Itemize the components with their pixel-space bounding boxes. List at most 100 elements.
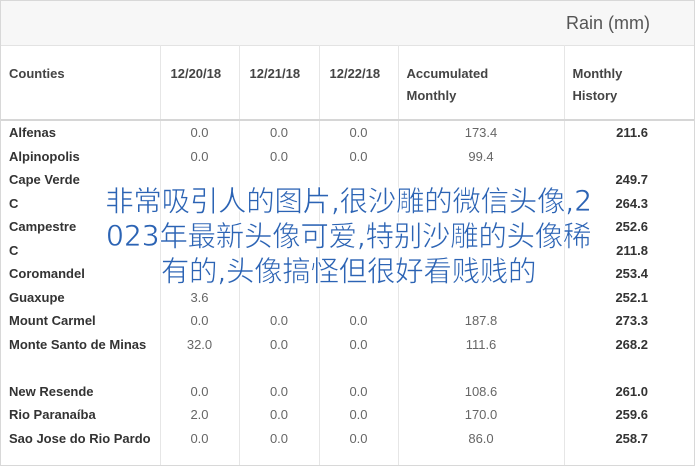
table-row: Coromandel 253.4 bbox=[1, 262, 694, 286]
history-cell: 252.1 bbox=[615, 289, 648, 305]
date-3-cell: 0.0 bbox=[319, 309, 399, 333]
column-header-counties[interactable]: Counties bbox=[1, 45, 161, 121]
history-cell: 259.6 bbox=[615, 407, 648, 422]
county-cell: Mount Carmel bbox=[1, 309, 161, 333]
history-cell: 268.2 bbox=[615, 336, 648, 352]
county-cell: Alfenas bbox=[1, 120, 161, 145]
county-cell: Guaxupe bbox=[1, 285, 161, 309]
accumulated-cell bbox=[398, 215, 565, 239]
date-2-cell: 0.0 bbox=[239, 144, 320, 168]
history-cell: 258.7 bbox=[615, 430, 648, 446]
date-1-cell bbox=[160, 191, 240, 215]
history-cell: 261.0 bbox=[615, 383, 648, 399]
county-cell: C bbox=[1, 191, 161, 215]
table-row: Mount Carmel 0.0 0.0 0.0 187.8 273.3 bbox=[1, 309, 694, 333]
accumulated-cell: 173.4 bbox=[398, 120, 565, 145]
date-3-cell bbox=[319, 285, 399, 309]
table-row: Guaxupe 3.6 252.1 bbox=[1, 285, 694, 309]
county-cell: Monte Santo de Minas bbox=[1, 332, 161, 380]
accumulated-cell bbox=[398, 262, 565, 286]
column-header-date-3[interactable]: 12/22/18 bbox=[319, 45, 399, 121]
table-row: Campestre 252.6 bbox=[1, 215, 694, 239]
history-cell: 249.7 bbox=[615, 172, 648, 187]
date-2-cell: 0.0 bbox=[239, 332, 320, 380]
accumulated-cell bbox=[398, 238, 565, 262]
table-row: New Resende 0.0 0.0 0.0 108.6 261.0 bbox=[1, 379, 694, 403]
history-cell: 211.8 bbox=[616, 242, 648, 258]
date-2-cell: 0.0 bbox=[239, 426, 320, 465]
county-cell: C bbox=[1, 238, 161, 262]
date-1-cell: 2.0 bbox=[160, 403, 240, 427]
column-header-date-2[interactable]: 12/21/18 bbox=[239, 45, 320, 121]
date-3-cell: 0.0 bbox=[319, 379, 399, 403]
accumulated-cell: 111.6 bbox=[398, 332, 565, 380]
column-header-accumulated[interactable]: Accumulated Monthly bbox=[398, 45, 565, 121]
date-2-cell: 0.0 bbox=[239, 120, 320, 145]
county-cell: New Resende bbox=[1, 379, 161, 403]
accumulated-cell: 86.0 bbox=[398, 426, 565, 465]
rain-header-bar: Rain (mm) bbox=[1, 1, 694, 46]
date-3-cell bbox=[319, 262, 399, 286]
date-1-cell: 0.0 bbox=[160, 426, 240, 465]
accumulated-cell bbox=[398, 168, 565, 192]
date-2-cell bbox=[239, 238, 320, 262]
table-row: Monte Santo de Minas 32.0 0.0 0.0 111.6 268.2 bbox=[1, 332, 694, 380]
table-row: Alfenas 0.0 0.0 0.0 173.4 211.6 bbox=[1, 120, 694, 145]
history-cell: 253.4 bbox=[615, 266, 648, 281]
date-1-cell: 0.0 bbox=[160, 144, 240, 168]
history-cell: 252.6 bbox=[615, 219, 648, 234]
column-header-date-1[interactable]: 12/20/18 bbox=[160, 45, 240, 121]
rain-table-frame: Rain (mm) Counties 12/20/18 12/21/18 12/… bbox=[0, 0, 695, 466]
date-2-cell bbox=[239, 215, 320, 239]
date-1-cell: 32.0 bbox=[160, 332, 240, 380]
date-3-cell: 0.0 bbox=[319, 426, 399, 465]
date-2-cell bbox=[239, 168, 320, 192]
date-1-cell bbox=[160, 262, 240, 286]
county-cell: Alpinopolis bbox=[1, 144, 161, 168]
table-row: Cape Verde 249.7 bbox=[1, 168, 694, 192]
column-header-history[interactable]: Monthly History bbox=[564, 45, 694, 121]
date-3-cell bbox=[319, 238, 399, 262]
county-cell: Rio Paranaíba bbox=[1, 403, 161, 427]
history-cell: 273.3 bbox=[615, 313, 648, 328]
history-cell: 264.3 bbox=[615, 195, 648, 211]
accumulated-cell: 108.6 bbox=[398, 379, 565, 403]
date-2-cell bbox=[239, 285, 320, 309]
accumulated-cell bbox=[398, 285, 565, 309]
accumulated-cell: 99.4 bbox=[398, 144, 565, 168]
date-2-cell bbox=[239, 262, 320, 286]
table-row: C 264.3 bbox=[1, 191, 694, 215]
date-1-cell bbox=[160, 168, 240, 192]
date-1-cell: 0.0 bbox=[160, 309, 240, 333]
table-row: Rio Paranaíba 2.0 0.0 0.0 170.0 259.6 bbox=[1, 403, 694, 427]
accumulated-cell: 187.8 bbox=[398, 309, 565, 333]
rain-table: Counties 12/20/18 12/21/18 12/22/18 Accu… bbox=[1, 45, 694, 465]
date-1-cell: 0.0 bbox=[160, 379, 240, 403]
date-3-cell: 0.0 bbox=[319, 403, 399, 427]
date-3-cell: 0.0 bbox=[319, 332, 399, 380]
county-cell: Sao Jose do Rio Pardo bbox=[1, 426, 161, 465]
county-cell: Campestre bbox=[1, 215, 161, 239]
rain-header-label: Rain (mm) bbox=[566, 13, 650, 33]
date-3-cell: 0.0 bbox=[319, 144, 399, 168]
date-3-cell bbox=[319, 215, 399, 239]
date-3-cell bbox=[319, 191, 399, 215]
table-row: Sao Jose do Rio Pardo 0.0 0.0 0.0 86.0 258.7 bbox=[1, 426, 694, 465]
history-cell bbox=[564, 145, 694, 169]
date-2-cell: 0.0 bbox=[239, 309, 320, 333]
table-header-row: Counties 12/20/18 12/21/18 12/22/18 Accu… bbox=[1, 45, 694, 121]
accumulated-cell bbox=[398, 191, 565, 215]
history-cell: 211.6 bbox=[616, 125, 648, 140]
date-1-cell: 0.0 bbox=[160, 120, 240, 145]
accumulated-cell: 170.0 bbox=[398, 403, 565, 427]
date-3-cell: 0.0 bbox=[319, 120, 399, 145]
date-2-cell: 0.0 bbox=[239, 379, 320, 403]
date-1-cell: 3.6 bbox=[160, 285, 240, 309]
county-cell: Coromandel bbox=[1, 262, 161, 286]
table-row: Alpinopolis 0.0 0.0 0.0 99.4 bbox=[1, 144, 694, 169]
date-1-cell bbox=[160, 238, 240, 262]
date-3-cell bbox=[319, 168, 399, 192]
county-cell: Cape Verde bbox=[1, 168, 161, 192]
date-2-cell bbox=[239, 191, 320, 215]
date-2-cell: 0.0 bbox=[239, 403, 320, 427]
